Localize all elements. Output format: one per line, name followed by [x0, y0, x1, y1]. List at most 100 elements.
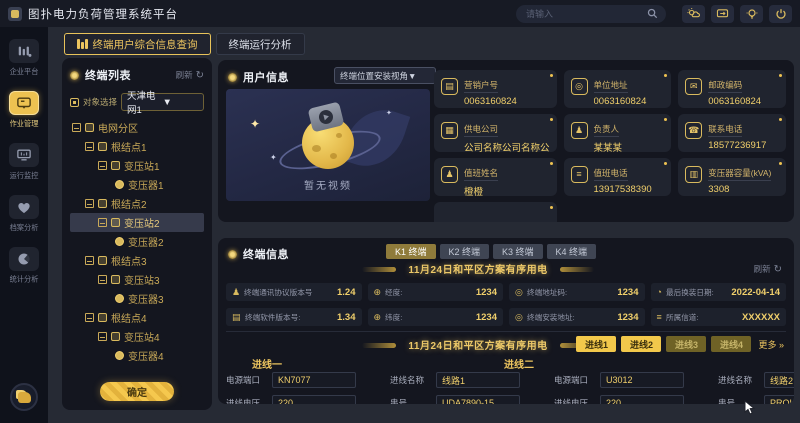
- line-name-input-line1[interactable]: [436, 372, 520, 388]
- sidebar-item-label: 统计分析: [9, 275, 39, 284]
- marker-icon: ◎: [515, 311, 523, 322]
- view-angle-dropdown[interactable]: 终端位置安装视角 ▼: [334, 67, 436, 84]
- tree-node-station1[interactable]: 变压站1: [70, 156, 204, 175]
- person-icon: ♟: [570, 122, 588, 139]
- line4-button[interactable]: 进线4: [711, 336, 752, 352]
- field-label: 串号: [390, 398, 408, 404]
- postcode-icon: ✉: [685, 78, 703, 95]
- tab-k1-terminal[interactable]: K1 终端: [386, 244, 436, 259]
- collapse-icon[interactable]: [85, 142, 94, 151]
- tab-terminal-run-analysis[interactable]: 终端运行分析: [215, 33, 305, 55]
- transformer-icon: [115, 294, 124, 303]
- tab-k4-terminal[interactable]: K4 终端: [546, 244, 597, 259]
- panel-dot-icon: [228, 72, 237, 82]
- more-link[interactable]: 更多 »: [758, 338, 784, 351]
- tree-node-transformer2[interactable]: 变压器2: [70, 232, 204, 251]
- app-logo-icon: [8, 6, 22, 21]
- tab-k3-terminal[interactable]: K3 终端: [493, 244, 543, 259]
- weather-icon-button[interactable]: [682, 4, 705, 23]
- tab-k2-terminal[interactable]: K2 终端: [439, 244, 490, 259]
- grid-select-dropdown[interactable]: 天津电网1 ▼: [121, 91, 204, 116]
- power-icon-button[interactable]: [769, 4, 792, 23]
- screen-switch-icon-button[interactable]: [711, 4, 734, 23]
- tree-node-root3[interactable]: 根结点3: [70, 251, 204, 270]
- sidebar-item-run-monitor[interactable]: 运行监控: [0, 143, 48, 181]
- serial-input-line1[interactable]: [436, 395, 520, 404]
- sidebar-item-work-management[interactable]: 作业管理: [0, 91, 48, 129]
- app-window: 图扑电力负荷管理系统平台 企业平台 作业: [0, 0, 800, 423]
- star-icon: ✦: [250, 117, 261, 131]
- line-voltage-input-line2[interactable]: [600, 395, 684, 404]
- station-icon: [111, 161, 120, 170]
- field-label: 电源端口: [226, 375, 261, 385]
- power-icon: [775, 8, 786, 19]
- bulb-icon-button[interactable]: [740, 4, 763, 23]
- sidebar-item-label: 运行监控: [9, 171, 39, 180]
- app-title: 图扑电力负荷管理系统平台: [28, 8, 178, 21]
- clock-icon: ◔: [656, 287, 662, 297]
- power-port-input-line2[interactable]: [600, 372, 684, 388]
- collapse-icon[interactable]: [98, 161, 107, 170]
- confirm-button[interactable]: 确定: [100, 382, 174, 401]
- line2-button[interactable]: 进线2: [621, 336, 662, 352]
- tree-node-root4[interactable]: 根结点4: [70, 308, 204, 327]
- collapse-icon[interactable]: [98, 332, 107, 341]
- tab-bars-icon: [77, 39, 88, 49]
- collapse-icon[interactable]: [85, 199, 94, 208]
- root-node-icon: [98, 199, 107, 208]
- line-name-input-line2[interactable]: [764, 372, 794, 388]
- info-card-duty-name: ♟ 值班姓名 橙橙: [434, 158, 557, 198]
- sidebar-item-label: 企业平台: [9, 67, 39, 76]
- video-placeholder: ✦ ✦ ✦ 暂无视频: [226, 89, 430, 201]
- power-port-input-line1[interactable]: [272, 372, 356, 388]
- tree-node-station2-selected[interactable]: 变压站2: [70, 213, 204, 232]
- refresh-icon: ↻: [773, 263, 782, 275]
- phone-icon: ☎: [685, 122, 703, 139]
- tree-node-root1[interactable]: 根结点1: [70, 137, 204, 156]
- company-icon: ▦: [441, 122, 458, 139]
- sidebar-item-archive-analysis[interactable]: 档案分析: [0, 195, 48, 233]
- tab-terminal-user-query[interactable]: 终端用户综合信息查询: [64, 33, 211, 55]
- tree-node-root2[interactable]: 根结点2: [70, 194, 204, 213]
- collapse-icon[interactable]: [98, 218, 107, 227]
- info-card-postcode: ✉ 邮政编码 0063160824: [678, 70, 786, 108]
- collapse-icon[interactable]: [98, 275, 107, 284]
- collapse-icon[interactable]: [85, 313, 94, 322]
- tree-node-station3[interactable]: 变压站3: [70, 270, 204, 289]
- terminal-k-tabs: K1 终端 K2 终端 K3 终端 K4 终端: [386, 244, 597, 259]
- line3-button[interactable]: 进线3: [666, 336, 707, 352]
- collapse-icon[interactable]: [72, 123, 81, 132]
- info-card-unit-address: ◎ 单位地址 0063160824: [563, 70, 672, 108]
- sidebar-item-statistics[interactable]: 统计分析: [0, 247, 48, 285]
- line-group1-title: 进线一: [252, 360, 282, 371]
- serial-input-line2[interactable]: [764, 395, 794, 404]
- tree-node-transformer4[interactable]: 变压器4: [70, 346, 204, 365]
- tree-refresh-button[interactable]: 刷新 ↻: [176, 69, 204, 81]
- info-card-contact-phone: ☎ 联系电话 18577236917: [678, 114, 786, 152]
- terminal-refresh-button[interactable]: 刷新 ↻: [754, 263, 782, 275]
- line1-button[interactable]: 进线1: [576, 336, 617, 352]
- brand-logo: [10, 383, 38, 411]
- info-card-duty-phone: ≡ 值班电话 13917538390: [563, 158, 672, 196]
- global-search[interactable]: [516, 4, 666, 23]
- tree-node-grid-zone[interactable]: 电网分区: [70, 118, 204, 137]
- capacity-icon: ▥: [685, 166, 703, 183]
- sidebar-item-enterprise-platform[interactable]: 企业平台: [0, 39, 48, 77]
- field-last-replace-date: ◔ 最后换装日期: 2022-04-14: [650, 283, 786, 301]
- tab-label: 终端运行分析: [228, 38, 292, 51]
- collapse-icon[interactable]: [85, 256, 94, 265]
- marker-icon: ◎: [515, 286, 523, 297]
- station-icon: [111, 332, 120, 341]
- tree-node-transformer3[interactable]: 变压器3: [70, 289, 204, 308]
- line-voltage-input-line1[interactable]: [272, 395, 356, 404]
- globe-icon: ⊕: [373, 311, 382, 322]
- globe-icon: ⊕: [373, 286, 382, 297]
- id-card-icon: ▤: [441, 78, 458, 95]
- root-node-icon: [98, 256, 107, 265]
- user-info-cards: ▤ 营销户号 0063160824 ◎ 单位地址 0063160824 ✉ 邮政编码…: [434, 70, 786, 222]
- terminal-fields: ♟ 终端通讯协议版本号 1.24 ⊕ 经度: 1234 ◎ 终端地址码: 1234 ◔ 最后换…: [226, 283, 786, 326]
- field-label: 电源端口: [554, 375, 589, 385]
- tree-node-station4[interactable]: 变压站4: [70, 327, 204, 346]
- search-input[interactable]: [524, 7, 647, 20]
- tree-node-transformer1[interactable]: 变压器1: [70, 175, 204, 194]
